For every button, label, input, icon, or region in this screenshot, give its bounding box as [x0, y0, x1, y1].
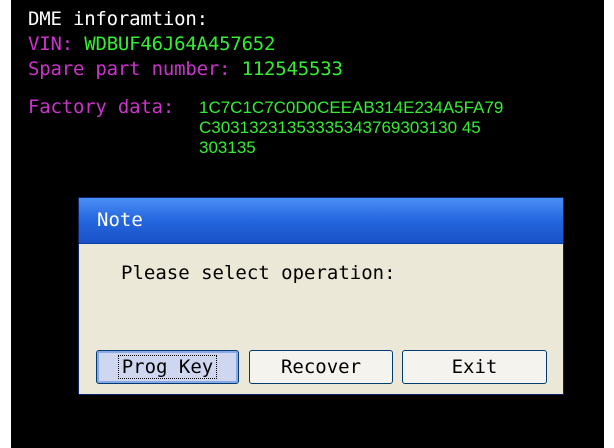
spare-part-value: 112545533 — [241, 58, 343, 80]
factory-data-line: 1C7C1C7C0D0CEEAB314E234A5FA79 — [199, 98, 504, 117]
prog-key-button[interactable]: Prog Key — [96, 350, 239, 384]
prog-key-label: Prog Key — [117, 355, 218, 379]
info-heading: DME inforamtion: — [28, 8, 208, 30]
spare-part-row: Spare part number: 112545533 — [28, 58, 343, 80]
factory-data-line: C30313231353335343769303130 45 — [199, 118, 481, 137]
note-dialog: Note Please select operation: Prog Key R… — [78, 197, 564, 395]
vin-value: WDBUF46J64A457652 — [84, 33, 276, 55]
spare-part-label: Spare part number: — [28, 58, 231, 80]
recover-label: Recover — [280, 356, 362, 378]
dialog-titlebar[interactable]: Note — [79, 198, 563, 244]
factory-data-value: 1C7C1C7C0D0CEEAB314E234A5FA79 C3031323135… — [199, 98, 503, 158]
exit-label: Exit — [451, 356, 498, 378]
vin-row: VIN: WDBUF46J64A457652 — [28, 33, 275, 55]
dialog-title: Note — [97, 209, 143, 231]
exit-button[interactable]: Exit — [402, 350, 547, 384]
dialog-message: Please select operation: — [121, 262, 396, 284]
factory-data-label: Factory data: — [28, 96, 175, 118]
dme-info-screen: DME inforamtion: VIN: WDBUF46J64A457652 … — [11, 0, 604, 448]
vin-label: VIN: — [28, 33, 73, 55]
recover-button[interactable]: Recover — [249, 350, 393, 384]
factory-data-line: 303135 — [199, 138, 256, 157]
